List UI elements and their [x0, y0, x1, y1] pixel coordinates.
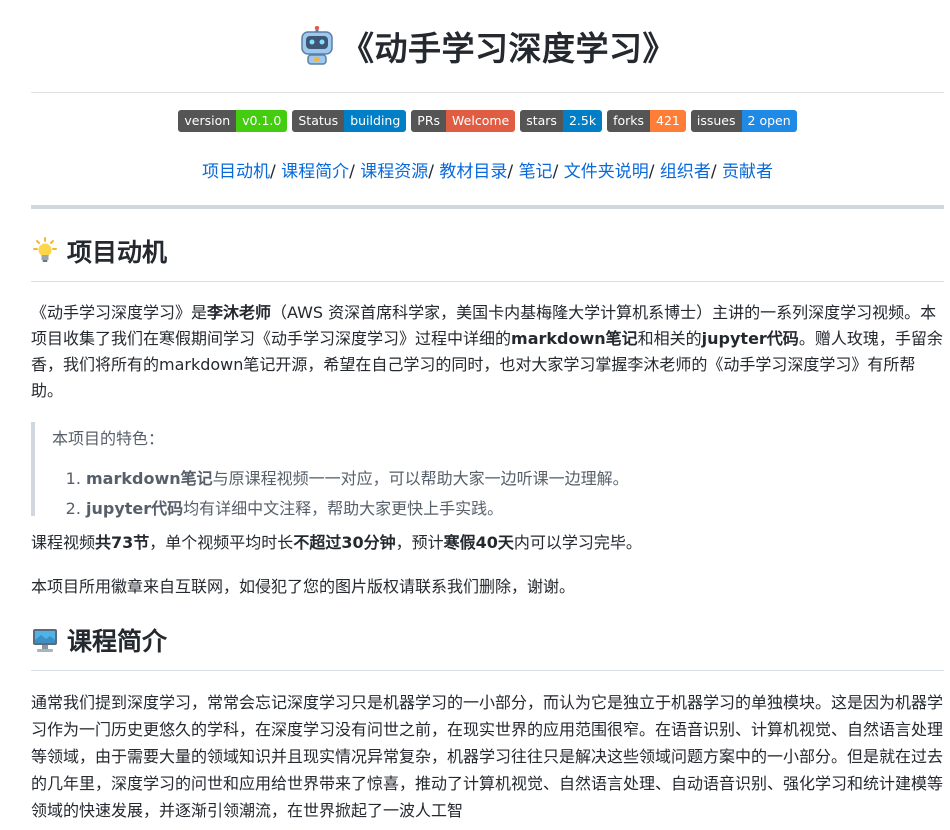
toc-link[interactable]: 笔记 [519, 162, 553, 182]
badge-value: building [344, 110, 407, 132]
features-quote: 本项目的特色： markdown笔记与原课程视频一一对应，可以帮助大家一边听课一… [31, 422, 944, 518]
badge-forks[interactable]: forks 421 [607, 110, 686, 132]
badge-label: PRs [411, 110, 447, 132]
section-heading-motivation: 项目动机 [31, 233, 944, 269]
readme-page: 《动手学习深度学习》 version v0.1.0 Status building PR… [31, 0, 944, 824]
toc-link[interactable]: 贡献者 [722, 162, 773, 182]
section-heading-intro: 课程简介 [31, 622, 944, 658]
page-title: 《动手学习深度学习》 [341, 29, 676, 68]
badge-value: 2.5k [562, 110, 603, 132]
divider [31, 205, 944, 209]
copyright-paragraph: 本项目所用徽章来自互联网，如侵犯了您的图片版权请联系我们删除，谢谢。 [31, 577, 576, 596]
toc-link[interactable]: 课程简介 [281, 162, 349, 182]
badge-version[interactable]: version v0.1.0 [178, 110, 288, 132]
toc-separator: / [349, 162, 361, 182]
toc-separator: / [507, 162, 519, 182]
badge-value: 2 open [741, 110, 797, 132]
course-intro-paragraph: 通常我们提到深度学习，常常会忘记深度学习只是机器学习的一小部分，而认为它是独立于… [31, 693, 944, 820]
badge-issues[interactable]: issues 2 open [690, 110, 797, 132]
title-bar: 《动手学习深度学习》 [31, 0, 944, 93]
badge-label: Status [292, 110, 345, 132]
toc-link[interactable]: 组织者 [660, 162, 711, 182]
toc-separator: / [428, 162, 440, 182]
badge-status[interactable]: Status building [292, 110, 407, 132]
badge-label: issues [690, 110, 742, 132]
section-heading-text: 项目动机 [67, 238, 168, 267]
toc-separator: / [270, 162, 282, 182]
badge-label: version [178, 110, 237, 132]
list-item: jupyter代码均有详细中文注释，帮助大家更快上手实践。 [86, 494, 944, 524]
section-heading-text: 课程简介 [67, 627, 168, 656]
table-of-contents: 项目动机/ 课程简介/ 课程资源/ 教材目录/ 笔记/ 文件夹说明/ 组织者/ … [31, 157, 944, 182]
toc-separator: / [552, 162, 564, 182]
quote-title: 本项目的特色： [52, 429, 165, 448]
intro-paragraph: 《动手学习深度学习》是李沐老师（AWS 资深首席科学家，美国卡内基梅隆大学计算机… [31, 303, 943, 400]
toc-separator: / [648, 162, 660, 182]
duration-paragraph: 课程视频共73节，单个视频平均时长不超过30分钟，预计寒假40天内可以学习完毕。 [31, 533, 642, 552]
computer-icon [33, 629, 57, 652]
lightbulb-icon [33, 237, 57, 262]
badge-value: Welcome [446, 110, 516, 132]
toc-link[interactable]: 课程资源 [360, 162, 428, 182]
badge-label: forks [607, 110, 651, 132]
list-item: markdown笔记与原课程视频一一对应，可以帮助大家一边听课一边理解。 [86, 464, 944, 494]
robot-icon [301, 26, 333, 65]
heading-rule [31, 281, 944, 282]
toc-link[interactable]: 项目动机 [202, 162, 270, 182]
badge-value: v0.1.0 [236, 110, 288, 132]
toc-separator: / [710, 162, 722, 182]
badge-prs[interactable]: PRs Welcome [411, 110, 516, 132]
badge-value: 421 [650, 110, 686, 132]
badge-row: version v0.1.0 Status building PRs Welcome sta… [31, 110, 944, 132]
badge-stars[interactable]: stars 2.5k [520, 110, 603, 132]
heading-rule [31, 670, 944, 671]
toc-link[interactable]: 教材目录 [439, 162, 507, 182]
features-list: markdown笔记与原课程视频一一对应，可以帮助大家一边听课一边理解。 jup… [52, 464, 944, 524]
toc-link[interactable]: 文件夹说明 [564, 162, 649, 182]
badge-label: stars [520, 110, 563, 132]
